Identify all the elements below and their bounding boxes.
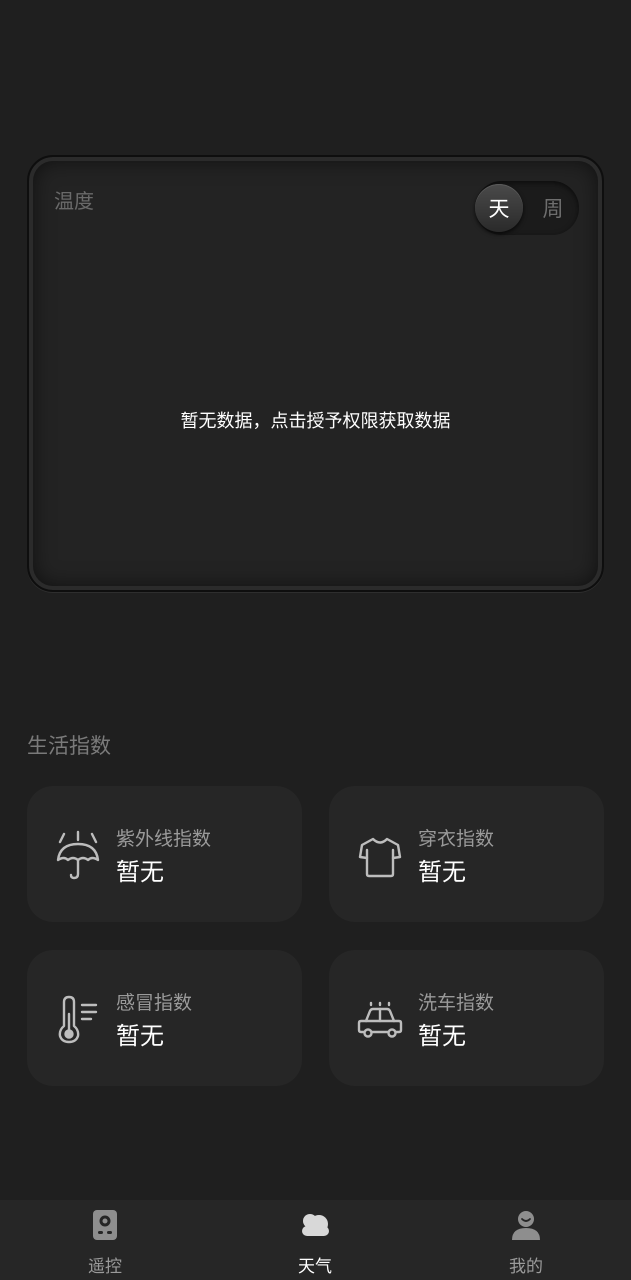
uv-index-card[interactable]: 紫外线指数 暂无: [27, 786, 302, 922]
nav-remote[interactable]: 遥控: [45, 1200, 165, 1280]
life-index-title: 生活指数: [27, 734, 111, 758]
dressing-index-value: 暂无: [418, 858, 466, 886]
toggle-day[interactable]: 天: [475, 184, 523, 232]
cold-index-label: 感冒指数: [116, 992, 193, 1014]
weather-screen: 温度 天 周 暂无数据，点击授予权限获取数据 生活指数 紫外线指数 暂无 穿衣指…: [0, 0, 631, 1280]
nav-weather-label: 天气: [298, 1257, 332, 1277]
shirt-icon: [358, 837, 402, 878]
cold-index-value: 暂无: [116, 1022, 164, 1050]
dressing-index-label: 穿衣指数: [418, 828, 495, 850]
nav-remote-label: 遥控: [88, 1257, 122, 1277]
uv-index-label: 紫外线指数: [116, 828, 212, 850]
remote-icon: [93, 1210, 117, 1240]
cloud-icon: [302, 1214, 329, 1236]
nav-weather[interactable]: 天气: [255, 1200, 375, 1280]
car-wash-index-label: 洗车指数: [418, 992, 495, 1014]
grant-permission-message[interactable]: 暂无数据，点击授予权限获取数据: [29, 407, 602, 433]
uv-index-value: 暂无: [116, 858, 164, 886]
car-wash-icon: [357, 1001, 403, 1038]
day-week-toggle[interactable]: 天 周: [475, 181, 579, 235]
thermometer-icon: [58, 995, 98, 1044]
toggle-week[interactable]: 周: [529, 184, 577, 232]
car-wash-index-value: 暂无: [418, 1022, 466, 1050]
nav-mine-label: 我的: [509, 1257, 543, 1277]
umbrella-sun-icon: [56, 830, 100, 880]
temperature-title: 温度: [54, 189, 94, 213]
nav-mine[interactable]: 我的: [466, 1200, 586, 1280]
temperature-card[interactable]: 温度 天 周 暂无数据，点击授予权限获取数据: [27, 155, 604, 592]
cold-index-card[interactable]: 感冒指数 暂无: [27, 950, 302, 1086]
bottom-nav: 遥控 天气 我的: [0, 1200, 631, 1280]
person-icon: [512, 1211, 540, 1240]
car-wash-index-card[interactable]: 洗车指数 暂无: [329, 950, 604, 1086]
dressing-index-card[interactable]: 穿衣指数 暂无: [329, 786, 604, 922]
